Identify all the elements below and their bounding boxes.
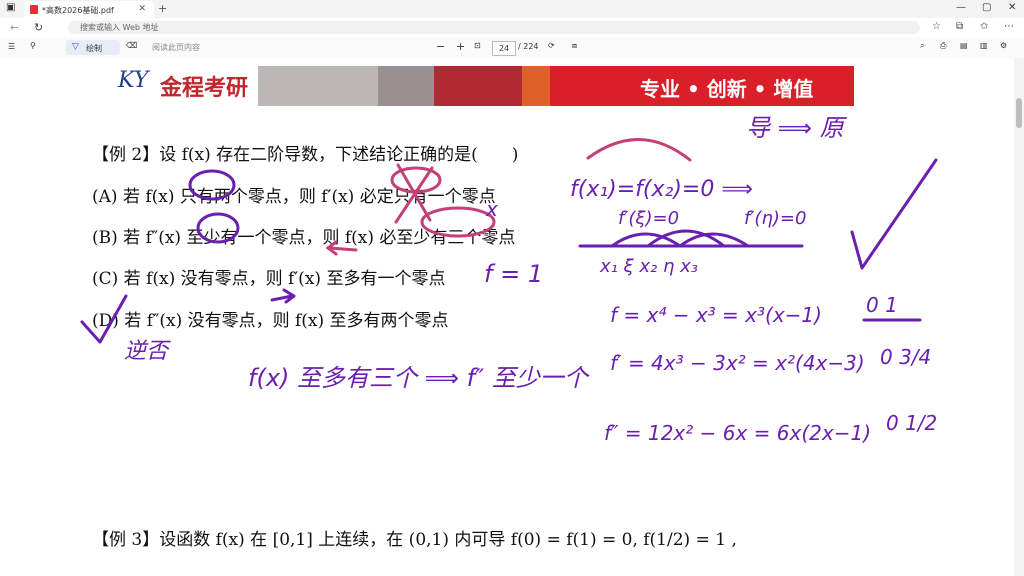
ink-annotations: 导 ⟹ 原 f(x₁)=f(x₂)=0 ⟹ f′(ξ)=0 f′(η)=0 x₁… — [80, 114, 938, 445]
ink-h9: f″ = 12x² − 6x = 6x(2x−1) — [604, 421, 871, 445]
ink-circle-must — [390, 166, 442, 194]
ink-h11: 0 3/4 — [880, 345, 931, 369]
ink-h10: 0 1 — [866, 293, 898, 317]
ink-big-check — [850, 158, 938, 270]
ink-circle-least — [420, 206, 496, 238]
ink-h3: f′(ξ)=0 — [618, 208, 679, 229]
ink-circle-a — [188, 169, 236, 201]
ink-arrow-left — [325, 240, 358, 256]
ink-arrow-d — [270, 288, 296, 304]
ink-circle-b — [196, 212, 240, 244]
ink-h13: f(x) 至多有三个 ⟹ f″ 至少一个 — [248, 364, 590, 392]
vertical-scrollbar[interactable] — [1014, 58, 1024, 576]
ink-h5: x₁ ξ x₂ η x₃ — [599, 256, 698, 277]
ink-h4: f′(η)=0 — [744, 208, 806, 229]
ink-h8: f′ = 4x³ − 3x² = x²(4x−3) — [610, 351, 865, 375]
ink-h15: x — [485, 197, 498, 221]
ink-h14: 逆否 — [124, 339, 171, 364]
ink-h2: f(x₁)=f(x₂)=0 ⟹ — [570, 177, 753, 202]
ink-h6: f = 1 — [484, 260, 543, 288]
ink-h12: 0 1/2 — [886, 411, 937, 435]
scrollbar-thumb[interactable] — [1016, 98, 1022, 128]
ink-check-d — [80, 294, 128, 344]
ink-h1: 导 ⟹ 原 — [746, 114, 848, 142]
ink-arc-top — [586, 138, 692, 162]
ink-arcs — [610, 232, 750, 248]
ink-h7: f = x⁴ − x³ = x³(x−1) — [610, 303, 822, 327]
